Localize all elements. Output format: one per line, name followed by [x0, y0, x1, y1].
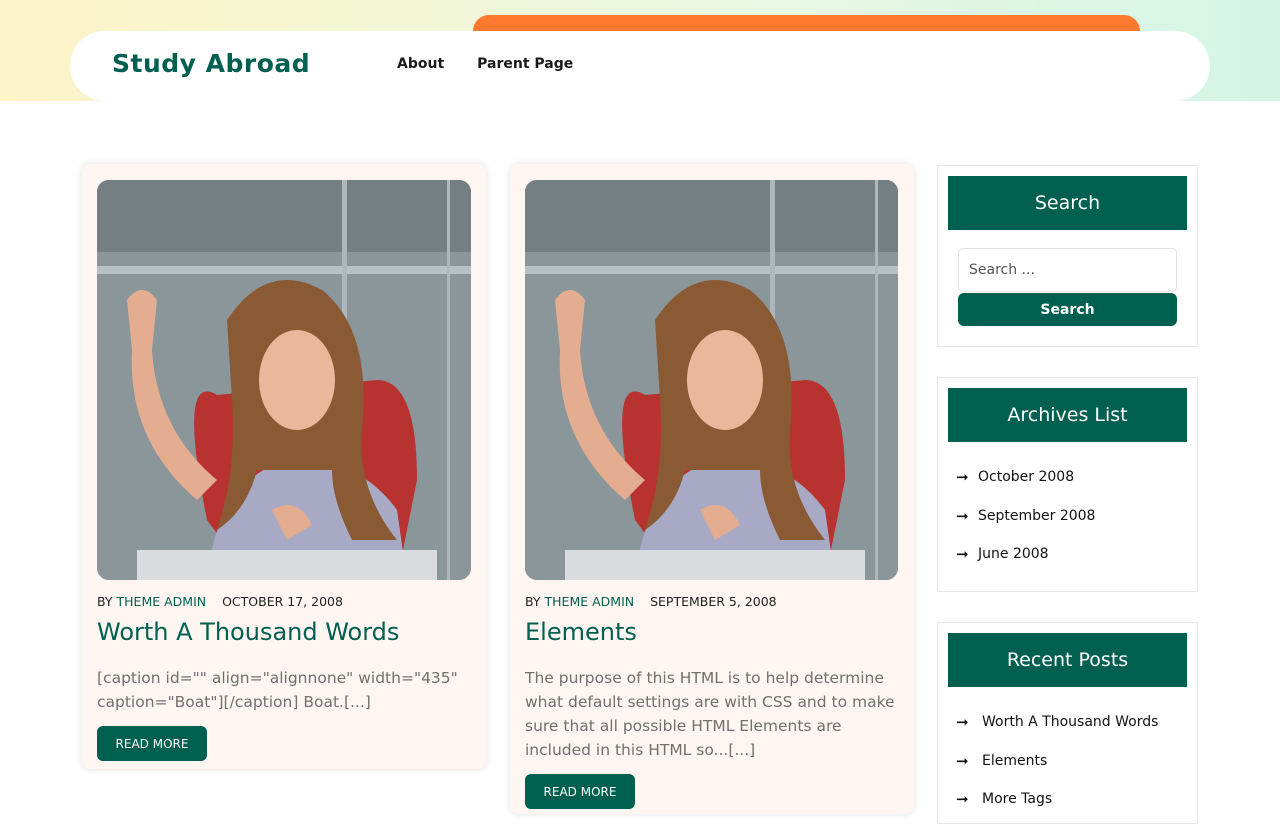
arrow-right-icon: ➞ [956, 791, 969, 809]
archive-item-label: October 2008 [978, 469, 1075, 486]
post-title-link[interactable]: Elements [525, 618, 637, 646]
nav-item-parent-page[interactable]: Parent Page [477, 56, 573, 72]
post-image[interactable] [97, 180, 471, 580]
post-meta: BY THEME ADMIN SEPTEMBER 5, 2008 [525, 594, 777, 609]
site-title[interactable]: Study Abroad [112, 49, 310, 78]
recent-post-item[interactable]: ➞ More Tags [956, 780, 1158, 819]
post-date: SEPTEMBER 5, 2008 [650, 594, 777, 609]
nav-item-about[interactable]: About [397, 56, 444, 72]
post-card: BY THEME ADMIN SEPTEMBER 5, 2008 Element… [510, 164, 914, 814]
recent-post-item[interactable]: ➞ Worth A Thousand Words [956, 703, 1158, 742]
post-excerpt: The purpose of this HTML is to help dete… [525, 669, 895, 759]
arrow-right-icon: ➞ [956, 469, 969, 487]
arrow-right-icon: ➞ [956, 752, 969, 770]
post-card: BY THEME ADMIN OCTOBER 17, 2008 Worth A … [82, 164, 486, 769]
search-button[interactable]: Search [958, 293, 1177, 326]
post-author-link[interactable]: THEME ADMIN [545, 594, 635, 609]
archive-item-label: September 2008 [978, 507, 1096, 524]
post-by-label: BY [525, 594, 541, 609]
arrow-right-icon: ➞ [956, 507, 969, 525]
site-header: Study Abroad About Parent Page [70, 31, 1210, 101]
recent-posts-widget: Recent Posts ➞ Worth A Thousand Words ➞ … [937, 622, 1198, 824]
widget-title: Archives List [948, 388, 1187, 442]
main-nav: About Parent Page [397, 56, 573, 72]
arrow-right-icon: ➞ [956, 546, 969, 564]
recent-post-item[interactable]: ➞ Elements [956, 742, 1158, 781]
recent-posts-list: ➞ Worth A Thousand Words ➞ Elements ➞ Mo… [956, 703, 1158, 819]
post-author-link[interactable]: THEME ADMIN [117, 594, 207, 609]
recent-post-label: Worth A Thousand Words [982, 714, 1159, 731]
post-date: OCTOBER 17, 2008 [222, 594, 343, 609]
archive-item-label: June 2008 [978, 546, 1049, 563]
widget-title: Search [948, 176, 1187, 230]
archives-list: ➞ October 2008 ➞ September 2008 ➞ June 2… [956, 458, 1095, 574]
post-image[interactable] [525, 180, 898, 580]
post-meta: BY THEME ADMIN OCTOBER 17, 2008 [97, 594, 343, 609]
post-excerpt: [caption id="" align="alignnone" width="… [97, 669, 458, 711]
read-more-button[interactable]: READ MORE [525, 774, 635, 809]
archive-item[interactable]: ➞ June 2008 [956, 535, 1095, 574]
widget-title: Recent Posts [948, 633, 1187, 687]
archive-item[interactable]: ➞ October 2008 [956, 458, 1095, 497]
search-input[interactable] [958, 248, 1177, 292]
archives-widget: Archives List ➞ October 2008 ➞ September… [937, 377, 1198, 592]
archive-item[interactable]: ➞ September 2008 [956, 497, 1095, 536]
post-by-label: BY [97, 594, 113, 609]
read-more-button[interactable]: READ MORE [97, 726, 207, 761]
post-title-link[interactable]: Worth A Thousand Words [97, 618, 399, 646]
search-widget: Search Search [937, 165, 1198, 347]
arrow-right-icon: ➞ [956, 714, 969, 732]
recent-post-label: More Tags [982, 791, 1053, 808]
recent-post-label: Elements [982, 752, 1048, 769]
